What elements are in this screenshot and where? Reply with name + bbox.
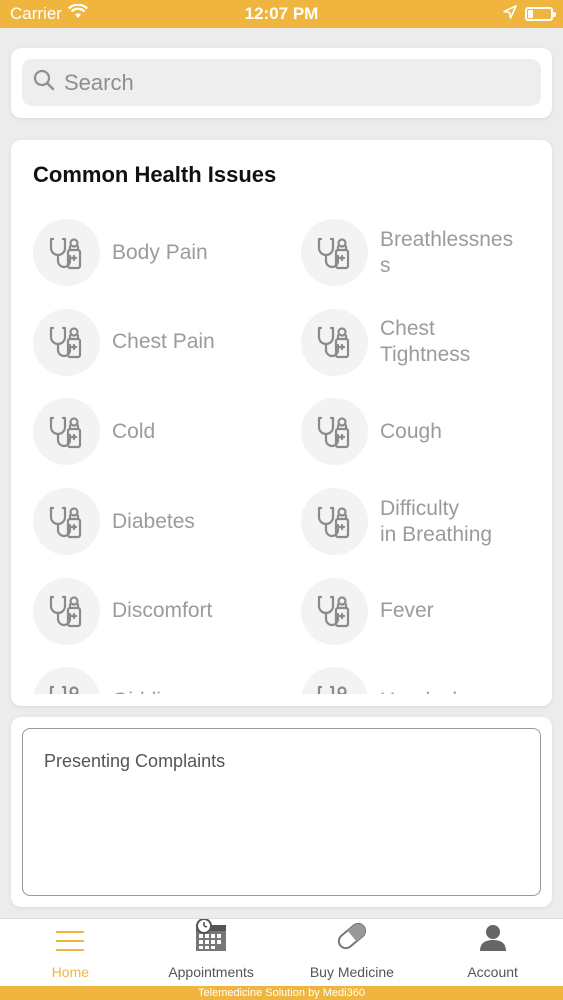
stethoscope-icon [33, 667, 100, 694]
stethoscope-icon [33, 219, 100, 287]
health-issue-item[interactable]: Diabetes [33, 477, 301, 567]
tab-buy-medicine[interactable]: Buy Medicine [282, 919, 423, 986]
stethoscope-icon [33, 398, 100, 466]
wifi-icon [67, 3, 88, 24]
stethoscope-icon [33, 488, 100, 556]
search-input[interactable] [64, 69, 531, 96]
health-issue-item[interactable]: Giddiness [33, 656, 301, 694]
tab-account[interactable]: Account [422, 919, 563, 986]
user-icon [478, 923, 508, 958]
battery-icon [525, 7, 556, 21]
search-card [11, 48, 552, 118]
health-issue-item[interactable]: Fever [301, 566, 533, 656]
status-bar: Carrier 12:07 PM [0, 0, 563, 28]
complaints-card [11, 717, 552, 907]
health-issue-label: Cold [112, 419, 156, 443]
health-issues-title: Common Health Issues [33, 162, 277, 187]
tab-appointments[interactable]: Appointments [141, 918, 282, 986]
status-right [503, 4, 556, 24]
health-issue-label: Chest Tightness [380, 317, 471, 367]
stethoscope-icon [33, 577, 100, 645]
health-issue-label: Chest Pain [112, 330, 215, 354]
tab-bar: Home Appointments Buy Medicine Account [0, 918, 563, 986]
health-issue-item[interactable]: Discomfort [33, 566, 301, 656]
health-issue-label: Headache [380, 688, 476, 694]
health-issues-grid: Body Pain Breathlessnes s Chest Pain Chest … [33, 208, 533, 694]
health-issue-item[interactable]: Difficulty in Breathing [301, 477, 533, 567]
location-arrow-icon [503, 4, 517, 24]
tab-account-label: Account [467, 964, 518, 980]
stethoscope-icon [301, 488, 368, 556]
health-issue-item[interactable]: Cough [301, 387, 533, 477]
health-issue-label: Diabetes [112, 509, 195, 533]
health-issue-label: Fever [380, 599, 434, 623]
health-issue-item[interactable]: Breathlessnes s [301, 208, 533, 298]
health-issues-card: Common Health Issues Body Pain Breathless… [11, 140, 552, 706]
health-issue-label: Giddiness [112, 688, 205, 694]
tab-buy-medicine-label: Buy Medicine [309, 964, 394, 980]
calendar-clock-icon [194, 918, 228, 958]
footer-credit: Telemedicine Solution by Medi360 [0, 986, 563, 1000]
complaints-box [22, 728, 541, 896]
health-issue-label: Discomfort [112, 599, 213, 623]
health-issue-label: Body Pain [112, 240, 208, 264]
pill-icon [334, 919, 370, 958]
stethoscope-icon [301, 667, 368, 694]
stethoscope-icon [301, 398, 368, 466]
health-issue-item[interactable]: Cold [33, 387, 301, 477]
tab-home-label: Home [51, 964, 90, 980]
health-issue-item[interactable]: Headache [301, 656, 533, 694]
tab-home[interactable]: Home [0, 919, 141, 986]
health-issue-item[interactable]: Body Pain [33, 208, 301, 298]
status-left: Carrier [10, 3, 88, 24]
search-icon [32, 68, 56, 97]
stethoscope-icon [301, 577, 368, 645]
health-issue-item[interactable]: Chest Pain [33, 298, 301, 388]
health-issue-label: Cough [380, 419, 442, 443]
stethoscope-icon [301, 308, 368, 376]
stethoscope-icon [33, 308, 100, 376]
presenting-complaints-input[interactable] [44, 751, 519, 873]
carrier-label: Carrier [10, 4, 62, 23]
health-issue-item[interactable]: Chest Tightness [301, 298, 533, 388]
health-issue-label: Difficulty in Breathing [380, 496, 493, 546]
tab-appointments-label: Appointments [168, 964, 254, 980]
health-issue-label: Breathlessnes s [380, 227, 514, 277]
stethoscope-icon [301, 219, 368, 287]
search-bar[interactable] [22, 59, 541, 106]
menu-icon [54, 929, 86, 958]
